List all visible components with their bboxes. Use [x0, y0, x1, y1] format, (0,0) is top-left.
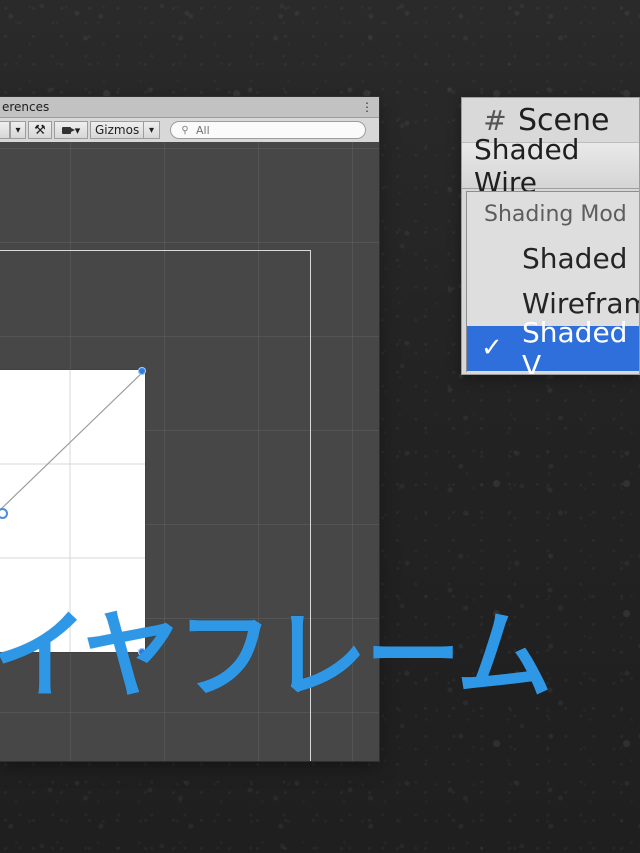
camera-icon [61, 126, 75, 134]
shading-mode-section-label: Shading Mod [484, 201, 627, 227]
shading-option-label: Shaded [522, 242, 628, 275]
scene-toolbar: ▾ ⚒ ▾ Gizmos ▾ ⚲ [0, 118, 379, 143]
camera-caret-icon: ▾ [74, 123, 81, 137]
shading-option-shaded-wireframe[interactable]: ✓ Shaded V [467, 316, 639, 374]
gizmos-label: Gizmos [95, 123, 140, 137]
japanese-caption: イヤフレーム [0, 600, 552, 712]
shading-mode-list: Shading Mod Shaded Wirefram ✓ Shaded V [466, 191, 639, 374]
shading-menu: # Scene Shaded Wire Shading Mod Shaded W… [461, 97, 640, 375]
window-tab[interactable]: erences ⋮ [0, 97, 379, 118]
tool-icon[interactable]: ⚒ [28, 121, 52, 139]
check-icon: ✓ [481, 333, 503, 363]
toolbar-left-segment[interactable] [0, 121, 10, 139]
shading-mode-dropdown[interactable]: Shaded Wire [462, 133, 639, 199]
shading-option-shaded[interactable]: Shaded [467, 236, 639, 281]
search-icon: ⚲ [181, 124, 189, 136]
selected-shading-mode: Shaded Wire [474, 132, 580, 199]
search-field[interactable]: ⚲ [170, 121, 366, 139]
shading-option-label: Shaded V [522, 315, 628, 375]
gizmos-caret-icon[interactable]: ▾ [144, 121, 160, 139]
camera-button[interactable]: ▾ [54, 121, 88, 139]
vertical-ellipsis-icon[interactable]: ⋮ [361, 97, 373, 117]
search-input[interactable] [196, 123, 356, 137]
toolbar-dropdown-caret[interactable]: ▾ [10, 121, 26, 139]
shading-mode-section-title: Shading Mod [467, 192, 639, 236]
mesh-diagonal-line [0, 369, 146, 511]
mesh-handle-top[interactable] [138, 367, 146, 375]
window-tab-title: erences [2, 100, 50, 114]
gizmos-button[interactable]: Gizmos [90, 121, 144, 139]
